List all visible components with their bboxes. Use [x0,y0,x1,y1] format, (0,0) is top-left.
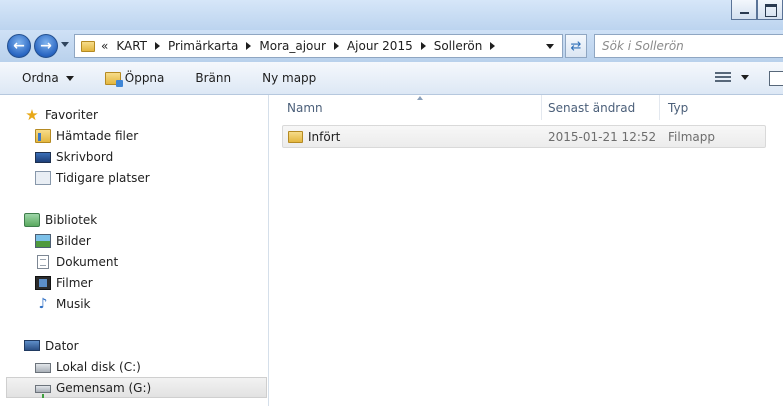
column-header-name[interactable]: Namn [279,95,542,120]
star-icon: ★ [25,105,39,124]
breadcrumb-primarkarta[interactable]: Primärkarta [168,39,259,53]
arrow-right-icon: → [40,38,52,54]
video-icon [35,275,51,290]
chevron-right-icon[interactable] [333,42,339,50]
refresh-icon: ⇄ [570,38,582,54]
network-drive-icon [35,384,51,398]
nav-libraries[interactable]: Bibliotek [0,209,269,230]
navigation-bar: ← → « KART Primärkarta Mora_ajour Ajour … [0,30,783,62]
breadcrumb-kart[interactable]: KART [116,39,168,53]
nav-item-desktop[interactable]: Skrivbord [0,146,269,167]
refresh-button[interactable]: ⇄ [565,34,587,58]
chevron-right-icon[interactable] [246,42,252,50]
new-folder-button[interactable]: Ny mapp [262,62,316,94]
nav-computer[interactable]: Dator [0,335,269,356]
column-header-date[interactable]: Senast ändrad [540,95,660,120]
hard-disk-icon [35,363,51,373]
pictures-icon [35,233,51,248]
nav-item-documents[interactable]: Dokument [0,251,269,272]
nav-item-local-disk[interactable]: Lokal disk (C:) [0,356,269,377]
document-icon [37,254,49,269]
computer-group: Dator Lokal disk (C:) Gemensam (G:) [0,335,269,398]
navigation-pane: ★ Favoriter Hämtade filer Skrivbord Tidig… [0,95,269,406]
file-list: Namn Senast ändrad Typ Infört 2015-01-21… [270,95,783,406]
folder-icon [81,40,95,52]
preview-pane-button[interactable] [769,71,783,86]
maximize-button[interactable] [757,0,783,20]
back-button[interactable]: ← [7,34,31,58]
chevron-right-icon[interactable] [490,42,496,50]
file-row[interactable]: Infört 2015-01-21 12:52 Filmapp [282,125,766,148]
sort-ascending-icon [417,96,423,100]
file-name-cell: Infört [288,126,340,147]
change-view-button[interactable] [715,71,749,83]
library-icon [24,212,40,227]
nav-item-music[interactable]: ♪ Musik [0,293,269,314]
desktop-icon [35,151,51,163]
details-view-icon [715,71,731,83]
open-folder-icon [104,71,123,87]
forward-button[interactable]: → [34,34,58,58]
minimize-button[interactable] [731,0,757,20]
burn-button[interactable]: Bränn [195,62,231,94]
breadcrumb-solleron[interactable]: Sollerön [434,39,504,53]
chevron-down-icon [65,75,74,81]
nav-item-pictures[interactable]: Bilder [0,230,269,251]
folder-icon [288,130,303,143]
file-type-cell: Filmapp [668,129,715,144]
breadcrumb-mora-ajour[interactable]: Mora_ajour [259,39,347,53]
computer-icon [24,340,40,351]
nav-favorites[interactable]: ★ Favoriter [0,104,269,125]
nav-item-shared-drive[interactable]: Gemensam (G:) [6,377,267,398]
open-button[interactable]: Öppna [104,62,164,94]
search-input[interactable]: Sök i Sollerön [594,34,783,58]
favorites-group: ★ Favoriter Hämtade filer Skrivbord Tidig… [0,104,269,188]
nav-item-downloads[interactable]: Hämtade filer [0,125,269,146]
file-date-cell: 2015-01-21 12:52 [548,129,657,144]
recent-places-icon [35,170,51,185]
window-controls [731,0,783,20]
libraries-group: Bibliotek Bilder Dokument Filmer ♪ Musik [0,209,269,314]
title-bar [0,0,783,30]
nav-item-recent-places[interactable]: Tidigare platser [0,167,269,188]
arrow-left-icon: ← [13,38,25,54]
address-history-dropdown[interactable] [546,44,554,49]
column-header-type[interactable]: Typ [660,95,783,120]
nav-item-videos[interactable]: Filmer [0,272,269,293]
organize-button[interactable]: Ordna [22,62,74,94]
recent-pages-dropdown[interactable] [61,42,69,47]
command-bar: Ordna Öppna Bränn Ny mapp [0,62,783,95]
breadcrumb-ajour-2015[interactable]: Ajour 2015 [347,39,434,53]
chevron-right-icon[interactable] [155,42,161,50]
music-note-icon: ♪ [38,295,48,312]
breadcrumb-overflow[interactable]: « [101,39,108,53]
address-bar[interactable]: « KART Primärkarta Mora_ajour Ajour 2015… [74,34,563,58]
downloads-folder-icon [35,128,51,143]
chevron-right-icon[interactable] [420,42,426,50]
chevron-down-icon [741,74,749,80]
